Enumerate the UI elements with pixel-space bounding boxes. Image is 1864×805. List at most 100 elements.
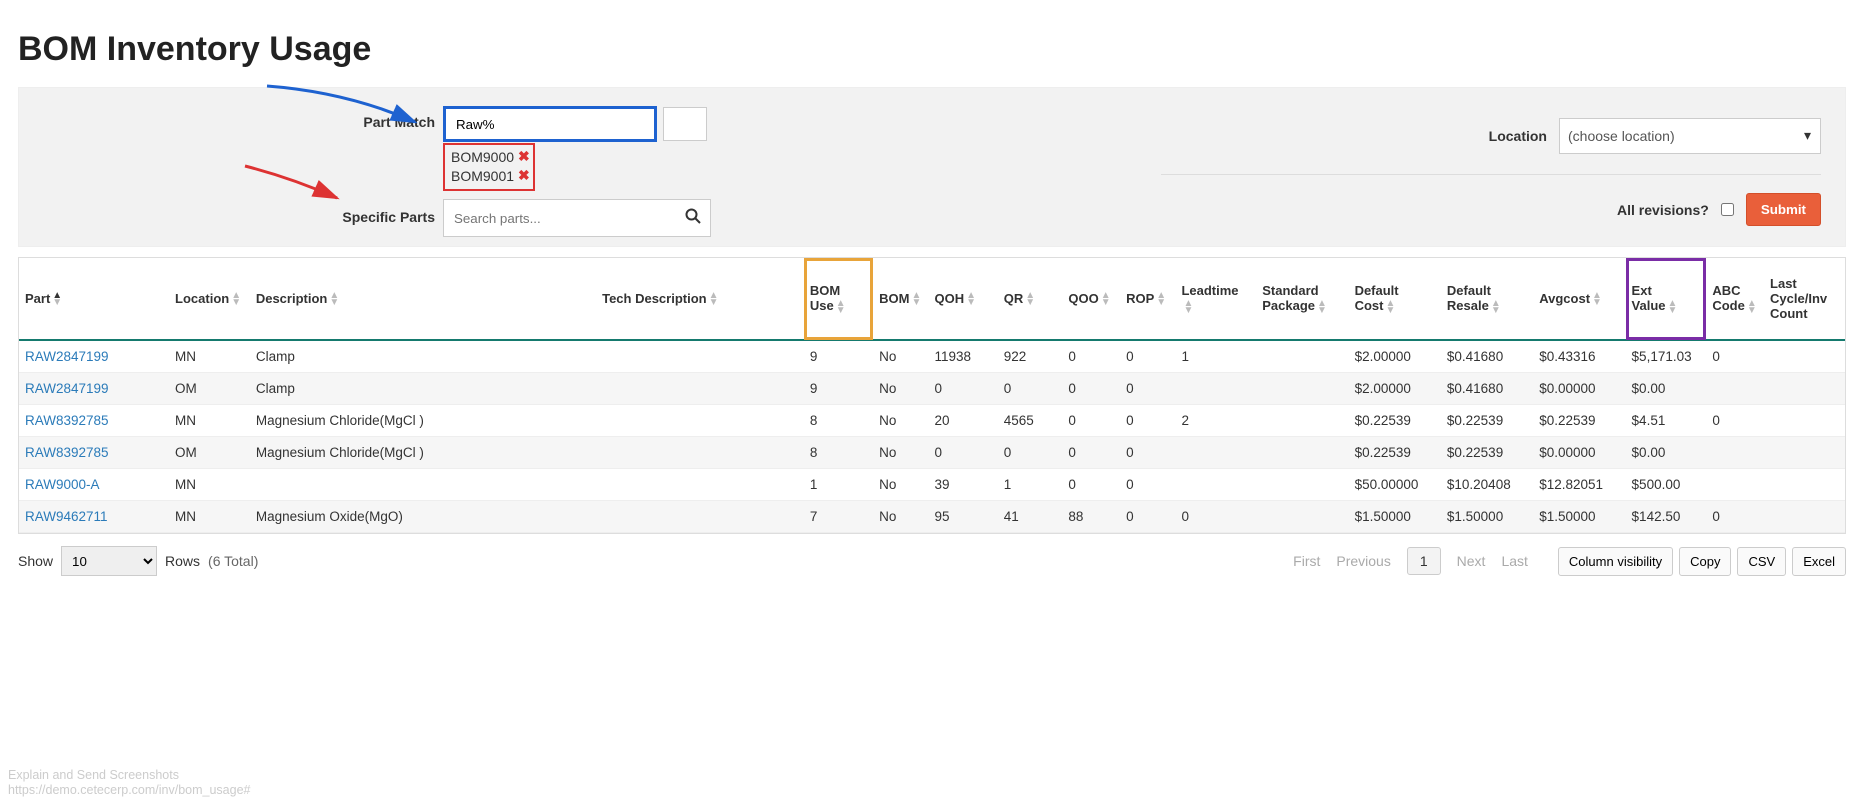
- bom-tag: BOM9001 ✖: [451, 166, 527, 185]
- specific-parts-input[interactable]: [443, 199, 711, 237]
- part-link[interactable]: RAW2847199: [25, 349, 109, 364]
- cell-bom_use: 8: [804, 437, 873, 469]
- part-link[interactable]: RAW9462711: [25, 509, 108, 524]
- toolbar-button[interactable]: Excel: [1792, 547, 1846, 576]
- cell-cycle: [1764, 340, 1845, 373]
- cell-avg: $1.50000: [1533, 501, 1625, 533]
- results-table-wrap: Part▲▼Location▲▼Description▲▼Tech Descri…: [18, 257, 1846, 534]
- cell-cycle: [1764, 437, 1845, 469]
- cell-rop: 0: [1120, 340, 1175, 373]
- cell-lead: 2: [1175, 405, 1256, 437]
- cell-desc: [250, 469, 596, 501]
- toolbar-button[interactable]: Column visibility: [1558, 547, 1673, 576]
- part-match-add-button[interactable]: [663, 107, 707, 141]
- col-header[interactable]: Leadtime▲▼: [1175, 258, 1256, 341]
- col-header[interactable]: QOH▲▼: [928, 258, 997, 341]
- close-icon[interactable]: ✖: [518, 148, 530, 165]
- cell-qoh: 0: [928, 373, 997, 405]
- part-link[interactable]: RAW9000-A: [25, 477, 100, 492]
- col-header[interactable]: LastCycle/InvCount: [1764, 258, 1845, 341]
- col-header[interactable]: DefaultCost▲▼: [1349, 258, 1441, 341]
- bom-tag: BOM9000 ✖: [451, 147, 527, 166]
- col-header[interactable]: ExtValue▲▼: [1626, 258, 1707, 341]
- cell-dresale: $0.22539: [1441, 437, 1533, 469]
- pager-next[interactable]: Next: [1457, 553, 1486, 569]
- cell-qoo: 0: [1062, 405, 1120, 437]
- cell-dcost: $0.22539: [1349, 405, 1441, 437]
- cell-rop: 0: [1120, 469, 1175, 501]
- pager-first[interactable]: First: [1293, 553, 1320, 569]
- cell-desc: Magnesium Chloride(MgCl ): [250, 405, 596, 437]
- show-label: Show: [18, 553, 53, 569]
- pager-current[interactable]: 1: [1407, 547, 1441, 575]
- cell-qoo: 0: [1062, 469, 1120, 501]
- col-header[interactable]: Part▲▼: [19, 258, 169, 341]
- toolbar-button[interactable]: Copy: [1679, 547, 1731, 576]
- toolbar-button[interactable]: CSV: [1737, 547, 1786, 576]
- col-header[interactable]: StandardPackage▲▼: [1256, 258, 1348, 341]
- cell-avg: $0.22539: [1533, 405, 1625, 437]
- cell-loc: MN: [169, 469, 250, 501]
- part-match-input[interactable]: [446, 109, 654, 139]
- col-header[interactable]: BOM▲▼: [873, 258, 928, 341]
- annotation-arrow-red: [237, 158, 347, 208]
- cell-abc: [1706, 437, 1764, 469]
- cell-dcost: $50.00000: [1349, 469, 1441, 501]
- part-link[interactable]: RAW8392785: [25, 445, 109, 460]
- cell-qoo: 0: [1062, 340, 1120, 373]
- location-select[interactable]: (choose location): [1559, 118, 1821, 154]
- cell-desc: Clamp: [250, 340, 596, 373]
- cell-bom_use: 9: [804, 373, 873, 405]
- results-table: Part▲▼Location▲▼Description▲▼Tech Descri…: [19, 257, 1845, 533]
- cell-desc: Magnesium Chloride(MgCl ): [250, 437, 596, 469]
- annotation-arrow-blue: [257, 80, 427, 140]
- page-size-select[interactable]: 10: [61, 546, 157, 576]
- col-header[interactable]: QOO▲▼: [1062, 258, 1120, 341]
- part-link[interactable]: RAW8392785: [25, 413, 109, 428]
- search-icon[interactable]: [685, 208, 701, 227]
- pager-prev[interactable]: Previous: [1336, 553, 1390, 569]
- col-header[interactable]: Description▲▼: [250, 258, 596, 341]
- cell-dresale: $0.41680: [1441, 373, 1533, 405]
- cell-tech: [596, 469, 804, 501]
- cell-bom: No: [873, 405, 928, 437]
- cell-part: RAW9462711: [19, 501, 169, 533]
- cell-cycle: [1764, 469, 1845, 501]
- cell-part: RAW2847199: [19, 373, 169, 405]
- close-icon[interactable]: ✖: [518, 167, 530, 184]
- pager-last[interactable]: Last: [1501, 553, 1527, 569]
- col-header[interactable]: BOMUse▲▼: [804, 258, 873, 341]
- cell-lead: [1175, 469, 1256, 501]
- rows-label: Rows: [165, 553, 200, 569]
- col-header[interactable]: Avgcost▲▼: [1533, 258, 1625, 341]
- table-row: RAW9000-AMN1No39100$50.00000$10.20408$12…: [19, 469, 1845, 501]
- cell-loc: MN: [169, 405, 250, 437]
- col-header[interactable]: ABCCode▲▼: [1706, 258, 1764, 341]
- col-header[interactable]: DefaultResale▲▼: [1441, 258, 1533, 341]
- submit-button[interactable]: Submit: [1746, 193, 1821, 226]
- cell-part: RAW9000-A: [19, 469, 169, 501]
- cell-abc: [1706, 373, 1764, 405]
- cell-qr: 4565: [998, 405, 1063, 437]
- cell-bom: No: [873, 469, 928, 501]
- col-header[interactable]: QR▲▼: [998, 258, 1063, 341]
- cell-tech: [596, 340, 804, 373]
- cell-abc: [1706, 469, 1764, 501]
- cell-std: [1256, 501, 1348, 533]
- part-link[interactable]: RAW2847199: [25, 381, 109, 396]
- col-header[interactable]: ROP▲▼: [1120, 258, 1175, 341]
- cell-lead: 1: [1175, 340, 1256, 373]
- col-header[interactable]: Tech Description▲▼: [596, 258, 804, 341]
- cell-abc: 0: [1706, 340, 1764, 373]
- cell-std: [1256, 405, 1348, 437]
- col-header[interactable]: Location▲▼: [169, 258, 250, 341]
- cell-avg: $0.00000: [1533, 373, 1625, 405]
- all-revisions-checkbox[interactable]: [1721, 203, 1734, 216]
- cell-bom_use: 1: [804, 469, 873, 501]
- cell-tech: [596, 437, 804, 469]
- cell-loc: MN: [169, 501, 250, 533]
- cell-tech: [596, 501, 804, 533]
- cell-part: RAW8392785: [19, 405, 169, 437]
- cell-dresale: $10.20408: [1441, 469, 1533, 501]
- table-row: RAW8392785MNMagnesium Chloride(MgCl )8No…: [19, 405, 1845, 437]
